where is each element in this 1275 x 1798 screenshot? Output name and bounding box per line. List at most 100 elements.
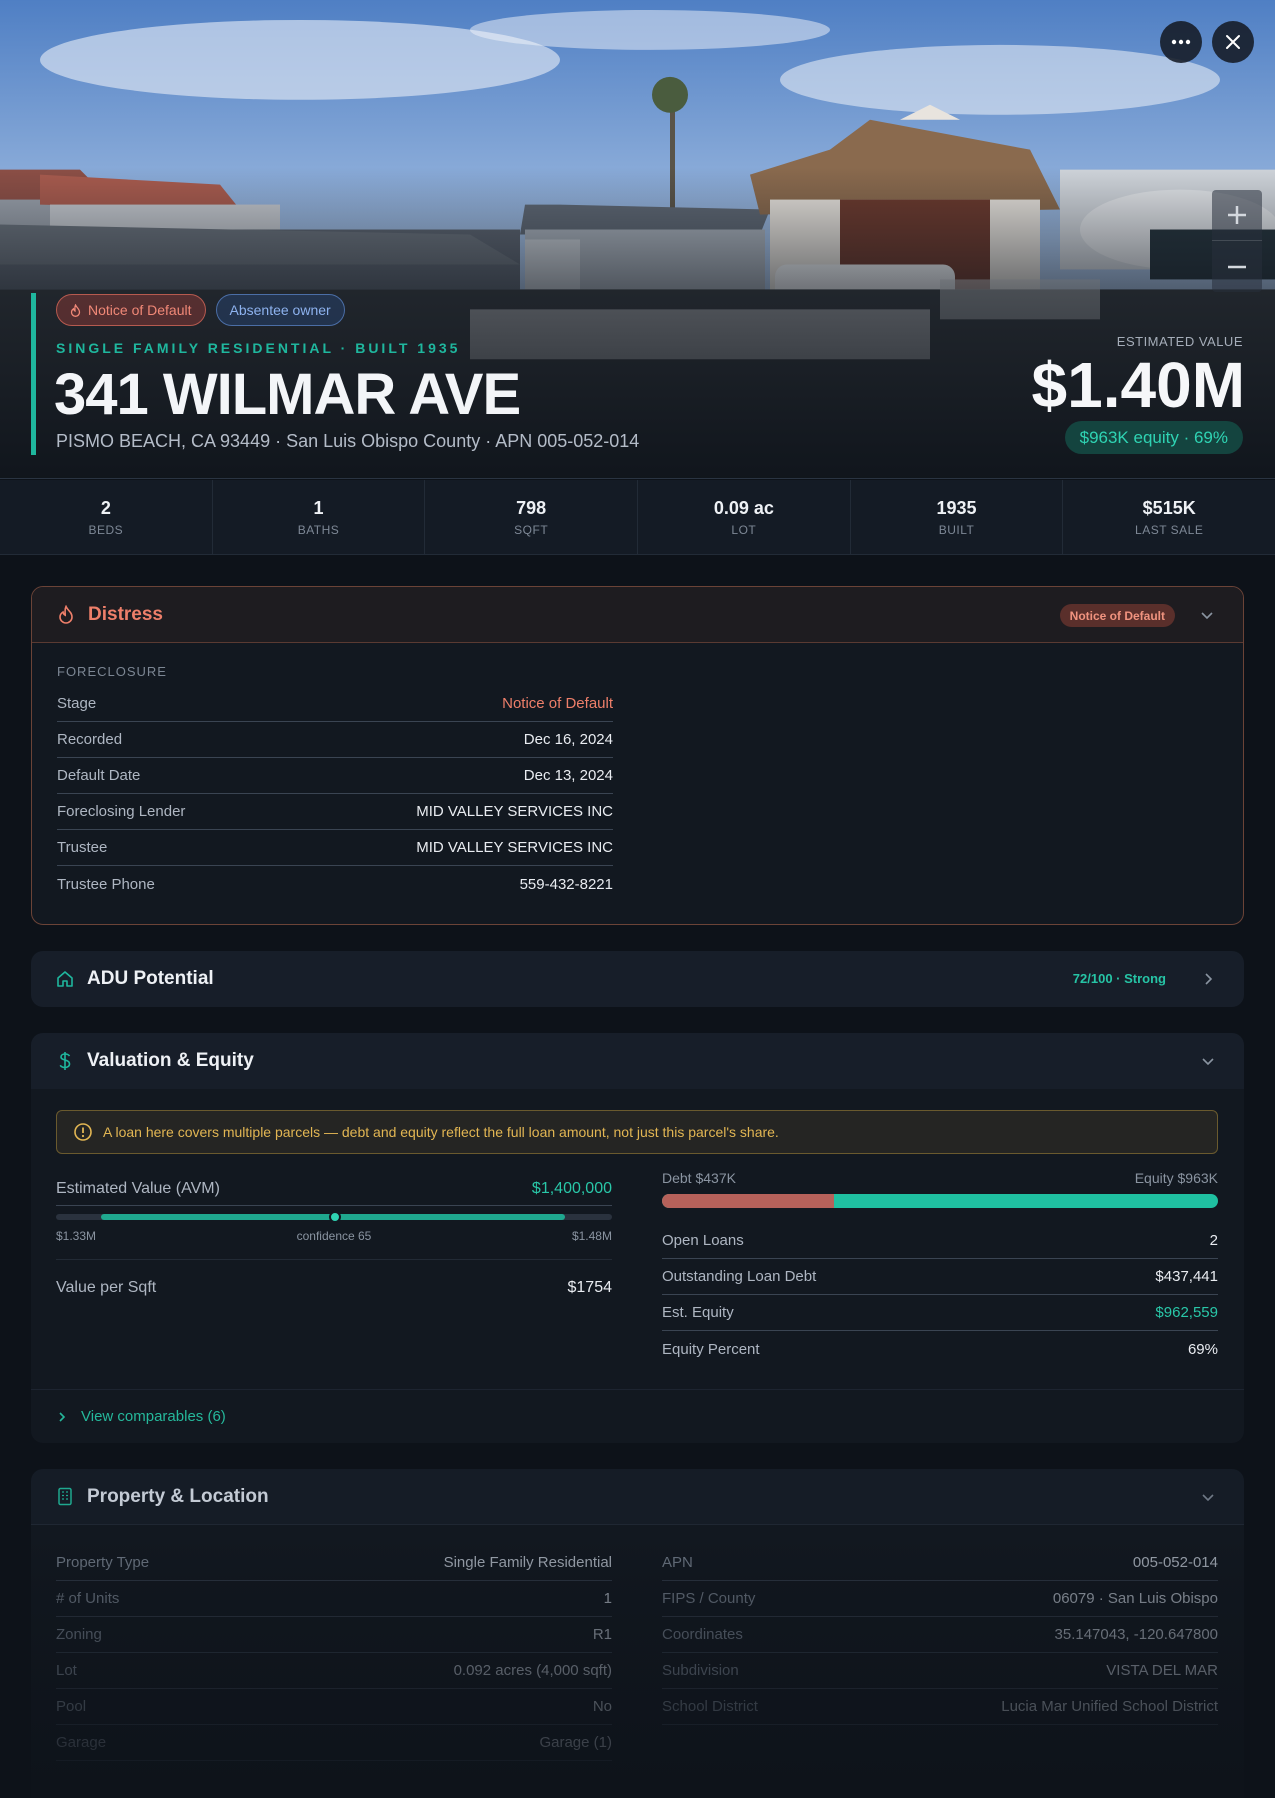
kv-value: Single Family Residential — [443, 1554, 612, 1571]
distress-badge: Notice of Default — [1059, 604, 1175, 627]
kv-key: Coordinates — [662, 1626, 743, 1643]
stat-baths: 1 BATHS — [213, 480, 426, 554]
property-header[interactable]: Property & Location — [31, 1469, 1244, 1525]
kv-row-zoning: Zoning R1 — [56, 1617, 612, 1653]
kv-key: Trustee Phone — [57, 875, 155, 893]
stat-built: 1935 BUILT — [851, 480, 1064, 554]
kv-value: 005-052-014 — [1132, 1554, 1218, 1571]
debt-portion — [662, 1194, 835, 1208]
stat-label: BEDS — [88, 522, 124, 537]
kv-row-foreclosing-lender: Foreclosing Lender MID VALLEY SERVICES I… — [57, 794, 613, 830]
debt-equity-bar — [662, 1194, 1218, 1208]
section-title: ADU Potential — [87, 968, 214, 989]
kv-row-fips-county: FIPS / County 06079 · San Luis Obispo — [662, 1581, 1218, 1617]
hero-accent-bar — [31, 293, 36, 455]
property-details-left: Property Type Single Family Residential … — [56, 1545, 612, 1761]
property-section: Property & Location Property Type Single… — [31, 1469, 1244, 1798]
kv-row-loan-debt: Outstanding Loan Debt $437,441 — [662, 1259, 1218, 1295]
kv-value: R1 — [592, 1626, 612, 1643]
map-zoom-controls — [1212, 190, 1262, 292]
valuation-header[interactable]: Valuation & Equity — [31, 1033, 1244, 1089]
kv-value: Dec 16, 2024 — [523, 731, 613, 748]
stat-value: 2 — [100, 497, 111, 518]
kv-key: Subdivision — [662, 1662, 739, 1679]
kv-key: Default Date — [57, 767, 141, 784]
stat-label: LAST SALE — [1135, 522, 1204, 537]
home-icon — [55, 969, 75, 989]
kv-key: Est. Equity — [662, 1304, 734, 1321]
stat-beds: 2 BEDS — [0, 480, 213, 554]
avm-row: Estimated Value (AVM) $1,400,000 — [56, 1173, 612, 1206]
kv-key: Property Type — [56, 1554, 150, 1571]
stat-lot: 0.09 ac LOT — [638, 480, 851, 554]
value-range-track — [56, 1211, 612, 1223]
kv-key: Pool — [56, 1698, 87, 1715]
chevron-down-icon[interactable] — [1198, 1487, 1218, 1507]
property-address-title: 341 WILMAR AVE — [54, 362, 521, 427]
stat-label: LOT — [731, 522, 757, 537]
chevron-down-icon[interactable] — [1198, 1051, 1218, 1071]
stat-label: BATHS — [297, 522, 340, 537]
hero-panel: Notice of Default Absentee owner SINGLE … — [0, 0, 1275, 479]
kv-key: Open Loans — [662, 1232, 744, 1249]
kv-key: School District — [662, 1698, 758, 1715]
building-icon — [55, 1487, 75, 1507]
foreclosure-details: FORECLOSURE Stage Notice of Default Reco… — [57, 664, 613, 902]
value-per-sqft-row: Value per Sqft $1754 — [56, 1259, 612, 1315]
stat-label: BUILT — [938, 522, 975, 537]
more-options-button[interactable] — [1160, 21, 1202, 63]
tag-label: Notice of Default — [88, 302, 192, 318]
kv-value: 06079 · San Luis Obispo — [1052, 1590, 1218, 1607]
warning-icon — [74, 1123, 92, 1141]
kv-value: 559-432-8221 — [519, 875, 613, 893]
stat-value: 0.09 ac — [713, 497, 774, 518]
kv-row-property-type: Property Type Single Family Residential — [56, 1545, 612, 1581]
distress-header[interactable]: Distress Notice of Default — [32, 587, 1243, 643]
valuation-section: Valuation & Equity A loan here covers mu… — [31, 1033, 1244, 1443]
kv-value: $1754 — [567, 1278, 613, 1296]
stat-sqft: 798 SQFT — [425, 480, 639, 554]
stat-last-sale: $515K LAST SALE — [1063, 480, 1275, 554]
kv-key: Outstanding Loan Debt — [662, 1268, 817, 1285]
more-icon — [1171, 39, 1191, 45]
kv-row-units: # of Units 1 — [56, 1581, 612, 1617]
foreclosure-caption: FORECLOSURE — [57, 664, 167, 679]
value-range-marker — [329, 1211, 341, 1223]
kv-key: Equity Percent — [662, 1340, 760, 1358]
kv-value: MID VALLEY SERVICES INC — [416, 803, 613, 820]
kv-key: Stage — [57, 695, 97, 712]
tag-label: Absentee owner — [229, 302, 331, 318]
kv-key: Foreclosing Lender — [57, 803, 186, 820]
kv-value: Lucia Mar Unified School District — [1001, 1698, 1218, 1715]
kv-value: 1 — [603, 1590, 612, 1607]
section-title: Distress — [88, 603, 163, 625]
kv-row-equity-percent: Equity Percent 69% — [662, 1331, 1218, 1367]
adu-section[interactable]: ADU Potential 72/100 · Strong — [31, 951, 1244, 1007]
chevron-down-icon[interactable] — [1197, 605, 1217, 625]
kv-row-lot: Lot 0.092 acres (4,000 sqft) — [56, 1653, 612, 1689]
kv-row-trustee: Trustee MID VALLEY SERVICES INC — [57, 830, 613, 866]
kv-row-coordinates: Coordinates 35.147043, -120.647800 — [662, 1617, 1218, 1653]
dollar-icon — [55, 1051, 75, 1071]
range-high: $1.48M — [571, 1229, 612, 1243]
close-button[interactable] — [1212, 21, 1254, 63]
adu-header[interactable]: ADU Potential 72/100 · Strong — [31, 951, 1244, 1007]
avm-value: $1,400,000 — [531, 1180, 612, 1197]
kv-key: APN — [662, 1554, 693, 1571]
kv-key: Recorded — [57, 731, 123, 748]
zoom-out-button[interactable] — [1212, 241, 1262, 292]
view-comparables-link[interactable]: View comparables (6) — [31, 1389, 1244, 1443]
kv-value: No — [592, 1698, 612, 1715]
kv-row-subdivision: Subdivision VISTA DEL MAR — [662, 1653, 1218, 1689]
kv-row-stage: Stage Notice of Default — [57, 686, 613, 722]
kv-value: VISTA DEL MAR — [1106, 1662, 1218, 1679]
plus-icon — [1228, 206, 1246, 224]
kv-key: FIPS / County — [662, 1590, 756, 1607]
kv-key: Trustee — [57, 839, 108, 856]
kv-row-recorded: Recorded Dec 16, 2024 — [57, 722, 613, 758]
value-range-labels: $1.33M confidence 65 $1.48M — [56, 1229, 612, 1243]
chevron-right-icon[interactable] — [1198, 969, 1218, 989]
kv-row-trustee-phone: Trustee Phone 559-432-8221 — [57, 866, 613, 902]
tag-absentee-owner: Absentee owner — [215, 294, 345, 326]
zoom-in-button[interactable] — [1212, 190, 1262, 241]
